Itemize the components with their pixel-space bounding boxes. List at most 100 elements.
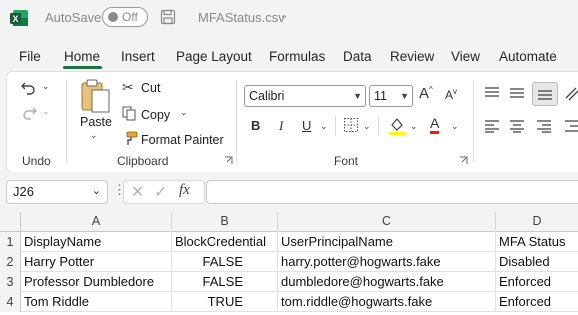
paste-button[interactable]: Paste — [80, 115, 112, 129]
tab-insert[interactable]: Insert — [121, 49, 155, 64]
italic-button[interactable]: I — [279, 118, 283, 134]
format-painter-button[interactable]: Format Painter — [141, 133, 224, 147]
name-box[interactable]: J26 ⌄ — [6, 180, 108, 204]
font-name-combo[interactable]: Calibri ▼ — [244, 85, 366, 107]
cell-b1[interactable]: BlockCredential — [172, 232, 278, 252]
borders-options-chevron-icon[interactable]: ⌄ — [363, 121, 371, 132]
chevron-down-icon[interactable]: ⌄ — [280, 10, 288, 21]
undo-icon[interactable] — [20, 79, 38, 95]
dialog-launcher-icon[interactable] — [224, 156, 233, 165]
row-header-2[interactable]: 2 — [0, 252, 21, 272]
cell-a1[interactable]: DisplayName — [21, 232, 172, 252]
tab-formulas[interactable]: Formulas — [269, 49, 325, 64]
formula-input[interactable] — [206, 180, 578, 204]
bold-button[interactable]: B — [251, 118, 260, 133]
cell-c3[interactable]: dumbledore@hogwarts.fake — [278, 272, 496, 292]
cancel-icon[interactable]: ✕ — [131, 182, 144, 202]
formula-tools: ✕ ✓ fx — [123, 180, 205, 204]
cell-b4[interactable]: TRUE — [172, 292, 278, 312]
excel-logo-icon: X — [10, 10, 28, 26]
tab-home[interactable]: Home — [64, 49, 100, 64]
fill-color-icon[interactable] — [388, 116, 406, 136]
column-header-c[interactable]: C — [278, 212, 495, 232]
copy-button[interactable]: Copy — [141, 108, 170, 122]
underline-options-chevron-icon[interactable]: ⌄ — [320, 121, 328, 132]
orientation-icon[interactable] — [564, 84, 578, 102]
dialog-launcher-icon[interactable] — [459, 156, 468, 165]
autosave-state: Off — [122, 10, 138, 24]
redo-icon[interactable] — [20, 104, 38, 120]
cell-c2[interactable]: harry.potter@hogwarts.fake — [278, 252, 496, 272]
paste-options-chevron-icon[interactable]: ⌄ — [90, 130, 98, 141]
middle-align-icon[interactable] — [509, 86, 525, 100]
divider — [335, 116, 336, 136]
toggle-knob — [108, 12, 118, 22]
bottom-align-icon — [538, 90, 552, 100]
tab-data[interactable]: Data — [343, 49, 372, 64]
column-header-b[interactable]: B — [172, 212, 277, 232]
cell-d3[interactable]: Enforced — [496, 272, 578, 292]
align-left-icon[interactable] — [484, 119, 500, 133]
font-color-chevron-icon[interactable]: ⌄ — [451, 121, 459, 132]
row-header-3[interactable]: 3 — [0, 272, 21, 292]
clipboard-group-label: Clipboard — [117, 154, 169, 168]
borders-icon[interactable] — [343, 117, 359, 133]
save-icon[interactable] — [160, 9, 176, 25]
autosave-toggle[interactable]: Off — [102, 7, 148, 27]
tab-view[interactable]: View — [451, 49, 480, 64]
cell-b2[interactable]: FALSE — [172, 252, 278, 272]
cell-a2[interactable]: Harry Potter — [21, 252, 172, 272]
bottom-align-button[interactable] — [532, 82, 558, 106]
tab-review[interactable]: Review — [390, 49, 434, 64]
paste-icon[interactable] — [78, 78, 112, 114]
row-header-1[interactable]: 1 — [0, 232, 21, 252]
font-size-combo[interactable]: 11 ▼ — [369, 85, 413, 107]
tab-automate[interactable]: Automate — [499, 49, 557, 64]
cell-a3[interactable]: Professor Dumbledore — [21, 272, 172, 292]
redo-dropdown-chevron-icon[interactable]: ⌄ — [42, 106, 50, 117]
column-header-a[interactable]: A — [21, 212, 171, 232]
group-divider — [473, 80, 474, 162]
cell-c1[interactable]: UserPrincipalName — [278, 232, 496, 252]
copy-icon — [122, 106, 136, 121]
document-title[interactable]: MFAStatus.csv — [198, 10, 285, 25]
align-center-icon[interactable] — [509, 119, 525, 133]
cell-b3[interactable]: FALSE — [172, 272, 278, 292]
decrease-font-size-icon[interactable]: Av — [445, 87, 457, 102]
font-name-value: Calibri — [249, 89, 285, 103]
increase-font-size-icon[interactable]: A^ — [419, 85, 433, 102]
format-painter-icon — [126, 131, 138, 145]
enter-check-icon[interactable]: ✓ — [154, 182, 167, 202]
cell-c4[interactable]: tom.riddle@hogwarts.fake — [278, 292, 496, 312]
select-all-corner[interactable] — [0, 212, 21, 232]
insert-function-icon[interactable]: fx — [179, 182, 190, 199]
font-size-value: 11 — [374, 89, 387, 103]
align-right-icon[interactable] — [536, 119, 552, 133]
fill-color-chevron-icon[interactable]: ⌄ — [410, 121, 418, 132]
chevron-down-icon[interactable]: ⌄ — [92, 184, 101, 197]
cell-d1[interactable]: MFA Status — [496, 232, 578, 252]
cell-d4[interactable]: Enforced — [496, 292, 578, 312]
group-divider — [236, 80, 237, 162]
copy-options-chevron-icon[interactable]: ⌄ — [180, 107, 188, 118]
scissors-icon: ✂ — [122, 79, 134, 95]
undo-dropdown-chevron-icon[interactable]: ⌄ — [42, 81, 50, 92]
font-group-label: Font — [334, 154, 359, 168]
underline-button[interactable]: U — [302, 118, 311, 133]
group-divider — [66, 80, 67, 162]
column-header-d[interactable]: D — [496, 212, 578, 232]
tab-page-layout[interactable]: Page Layout — [176, 49, 252, 64]
active-tab-indicator — [63, 66, 102, 69]
cell-a4[interactable]: Tom Riddle — [21, 292, 172, 312]
cut-button[interactable]: Cut — [141, 81, 160, 95]
cell-d2[interactable]: Disabled — [496, 252, 578, 272]
decrease-indent-icon[interactable] — [564, 119, 578, 133]
row-header-4[interactable]: 4 — [0, 292, 21, 312]
tab-file[interactable]: File — [19, 49, 41, 64]
chevron-down-icon[interactable]: ▼ — [353, 91, 362, 101]
autosave-label: AutoSave — [45, 10, 102, 25]
name-box-value: J26 — [13, 184, 34, 199]
chevron-down-icon[interactable]: ▼ — [400, 91, 409, 101]
font-color-button[interactable]: A — [430, 115, 440, 134]
top-align-icon[interactable] — [484, 86, 500, 100]
